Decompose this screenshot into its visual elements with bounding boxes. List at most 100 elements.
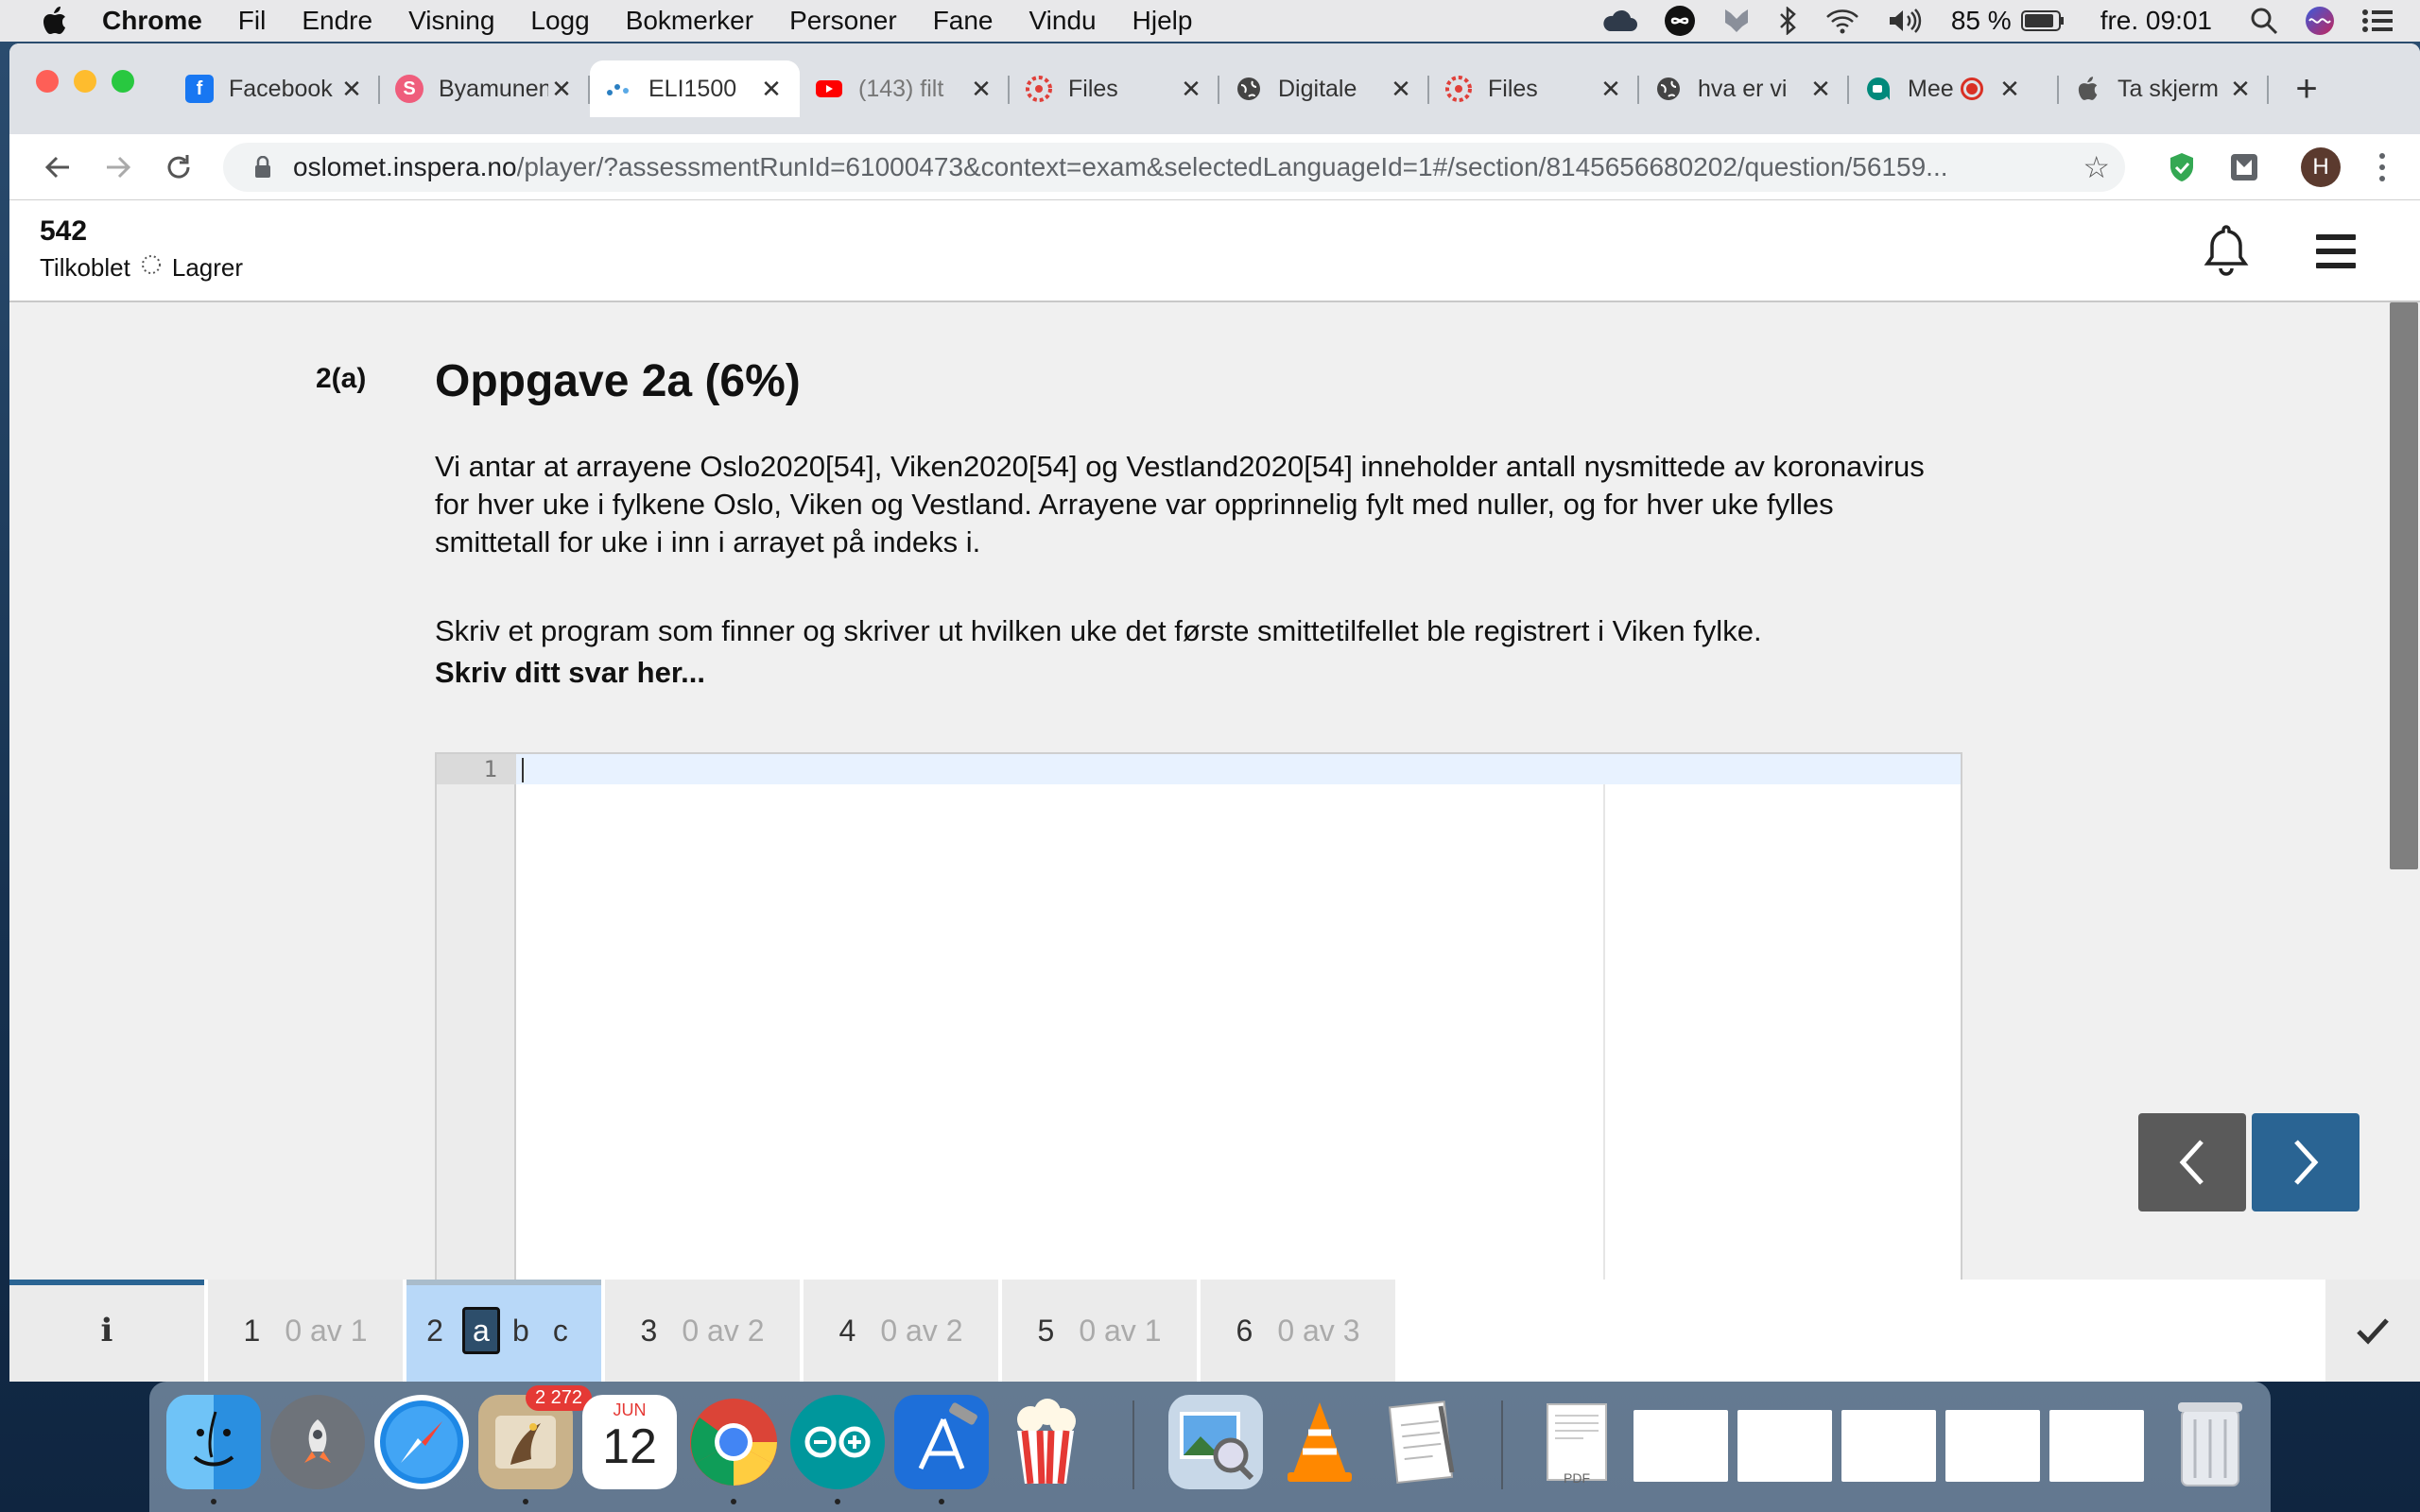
reload-icon[interactable]	[157, 146, 200, 189]
menu-endre[interactable]: Endre	[302, 6, 372, 36]
bell-icon[interactable]	[2203, 223, 2250, 281]
tab-facebook[interactable]: f Facebook ✕	[170, 60, 380, 117]
menu-bokmerker[interactable]: Bokmerker	[626, 6, 753, 36]
screenshot-thumbnail-2[interactable]	[1737, 1410, 1832, 1482]
subquestion-a[interactable]: a	[461, 1307, 500, 1354]
vlc-icon[interactable]	[1272, 1395, 1367, 1489]
info-button[interactable]: i	[9, 1280, 208, 1382]
calendar-icon[interactable]: JUN 12	[582, 1395, 677, 1489]
popcorn-time-icon[interactable]	[998, 1395, 1093, 1489]
question-nav-1[interactable]: 1 0 av 1	[208, 1280, 406, 1382]
previous-question-button[interactable]	[2138, 1113, 2246, 1211]
tab-byamunen[interactable]: S Byamunen ✕	[380, 60, 590, 117]
tab-close-icon[interactable]: ✕	[1807, 75, 1834, 104]
apple-menu-icon[interactable]	[36, 6, 74, 36]
infinity-icon[interactable]	[1664, 5, 1696, 37]
tab-close-icon[interactable]: ✕	[338, 75, 365, 104]
tab-youtube[interactable]: (143) filt ✕	[800, 60, 1010, 117]
subquestion-b[interactable]: b	[502, 1307, 540, 1354]
preview-icon[interactable]	[1168, 1395, 1263, 1489]
tab-close-icon[interactable]: ✕	[1178, 75, 1204, 104]
question-nav-3[interactable]: 3 0 av 2	[605, 1280, 804, 1382]
tab-close-icon[interactable]: ✕	[1388, 75, 1414, 104]
submit-overview-button[interactable]	[2325, 1280, 2420, 1382]
safari-icon[interactable]	[374, 1395, 469, 1489]
hamburger-menu-icon[interactable]	[2316, 234, 2356, 268]
spotlight-search-icon[interactable]	[2250, 7, 2278, 35]
menu-logg[interactable]: Logg	[530, 6, 589, 36]
menu-hjelp[interactable]: Hjelp	[1132, 6, 1193, 36]
question-nav-2[interactable]: 2 a b c	[406, 1280, 605, 1382]
address-bar[interactable]: oslomet.inspera.no /player/?assessmentRu…	[223, 143, 2125, 192]
tab-hva-er-vi[interactable]: hva er vi ✕	[1639, 60, 1849, 117]
clock[interactable]: fre. 09:01	[2100, 6, 2212, 36]
tab-title: (143) filt	[858, 75, 944, 102]
question-nav-6[interactable]: 6 0 av 3	[1201, 1280, 1399, 1382]
minimize-window-button[interactable]	[74, 70, 96, 93]
malwarebytes-icon[interactable]	[1722, 6, 1751, 36]
launchpad-icon[interactable]	[270, 1395, 365, 1489]
tab-digitale[interactable]: Digitale ✕	[1219, 60, 1429, 117]
menu-personer[interactable]: Personer	[789, 6, 897, 36]
question-nav-2-progress-bar	[406, 1280, 601, 1285]
screenshot-thumbnail-5[interactable]	[2049, 1410, 2144, 1482]
wifi-icon[interactable]	[1824, 8, 1860, 34]
dock-separator	[1501, 1400, 1503, 1489]
page-scrollbar[interactable]	[2388, 302, 2420, 1382]
code-editor[interactable]: 1	[435, 752, 1962, 1283]
back-arrow-icon[interactable]	[36, 146, 79, 189]
menu-visning[interactable]: Visning	[408, 6, 494, 36]
screenshot-thumbnail-4[interactable]	[1945, 1410, 2040, 1482]
tab-files-2[interactable]: Files ✕	[1429, 60, 1639, 117]
chrome-icon[interactable]	[686, 1395, 781, 1489]
screenshot-thumbnail-3[interactable]	[1841, 1410, 1936, 1482]
menu-vindu[interactable]: Vindu	[1029, 6, 1097, 36]
question-nav-5[interactable]: 5 0 av 1	[1002, 1280, 1201, 1382]
calendar-month: JUN	[613, 1400, 647, 1419]
tab-close-icon[interactable]: ✕	[2227, 75, 2254, 104]
xcode-icon[interactable]	[894, 1395, 989, 1489]
tab-close-icon[interactable]: ✕	[1598, 75, 1624, 104]
battery-icon[interactable]	[2020, 9, 2065, 32]
question-nav-number: 6	[1236, 1313, 1253, 1348]
tab-files-1[interactable]: Files ✕	[1010, 60, 1219, 117]
screenshot-extension-icon[interactable]	[2227, 150, 2261, 184]
active-line	[437, 754, 1961, 784]
screenshot-thumbnail-1[interactable]	[1634, 1410, 1728, 1482]
tab-eli1500[interactable]: ELI1500 ✕	[590, 60, 800, 117]
pdf-document-icon[interactable]: PDF	[1530, 1395, 1624, 1489]
bluetooth-icon[interactable]	[1777, 7, 1798, 35]
exam-header: 542 Tilkoblet Lagrer	[9, 200, 2420, 302]
tab-ta-skjerm[interactable]: Ta skjerm ✕	[2059, 60, 2269, 117]
forward-arrow-icon[interactable]	[96, 146, 140, 189]
notification-center-icon[interactable]	[2361, 8, 2394, 34]
menu-bar: Chrome Fil Endre Visning Logg Bokmerker …	[0, 0, 2420, 42]
subquestion-c[interactable]: c	[542, 1307, 579, 1354]
next-question-button[interactable]	[2252, 1113, 2360, 1211]
siri-icon[interactable]	[2305, 6, 2335, 36]
tab-close-icon[interactable]: ✕	[968, 75, 994, 104]
trash-icon[interactable]	[2163, 1395, 2257, 1489]
chrome-menu-icon[interactable]	[2373, 147, 2392, 187]
tab-close-icon[interactable]: ✕	[1996, 75, 2023, 104]
menu-fane[interactable]: Fane	[933, 6, 994, 36]
menu-app-name[interactable]: Chrome	[102, 6, 202, 36]
shield-extension-icon[interactable]	[2165, 150, 2199, 184]
scrollbar-thumb[interactable]	[2390, 302, 2418, 869]
volume-icon[interactable]	[1887, 8, 1925, 34]
icloud-icon[interactable]	[1601, 9, 1637, 32]
arduino-icon[interactable]	[790, 1395, 885, 1489]
finder-icon[interactable]	[166, 1395, 261, 1489]
tab-close-icon[interactable]: ✕	[758, 75, 785, 104]
lock-icon[interactable]	[244, 156, 282, 179]
tab-meet[interactable]: Mee ✕	[1849, 60, 2059, 117]
tab-close-icon[interactable]: ✕	[548, 75, 575, 104]
textedit-icon[interactable]	[1376, 1395, 1471, 1489]
question-nav-4[interactable]: 4 0 av 2	[804, 1280, 1002, 1382]
new-tab-button[interactable]: +	[2278, 60, 2335, 117]
bookmark-star-icon[interactable]: ☆	[2083, 149, 2110, 185]
zoom-window-button[interactable]	[112, 70, 134, 93]
menu-fil[interactable]: Fil	[238, 6, 267, 36]
close-window-button[interactable]	[36, 70, 59, 93]
profile-avatar[interactable]: H	[2301, 147, 2341, 187]
